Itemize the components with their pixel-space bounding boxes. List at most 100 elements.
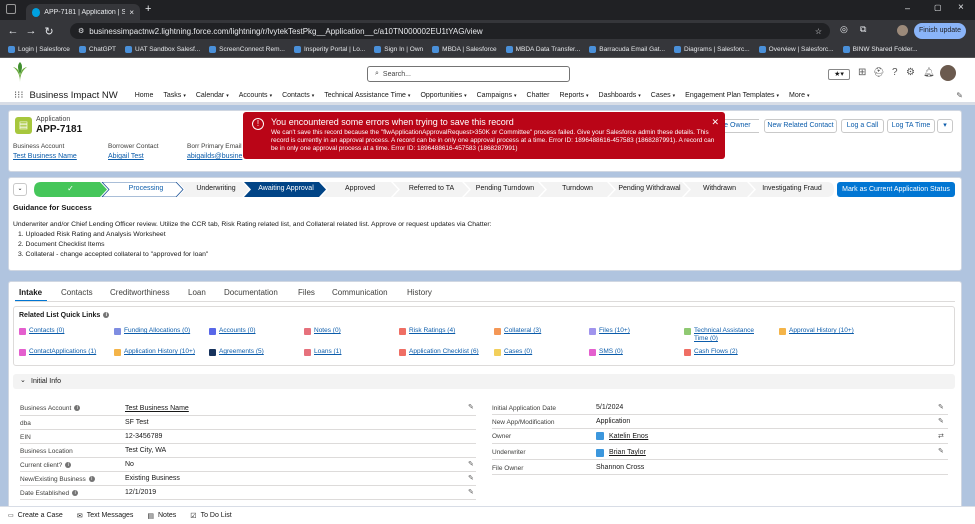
forward-icon[interactable]: →	[22, 25, 40, 37]
quick-link-files[interactable]: Files (10+)	[589, 327, 679, 335]
field-value-borr-primary-email[interactable]: abigailds@busine	[187, 153, 242, 160]
new-tab-button[interactable]: +	[145, 3, 151, 15]
path-stage-label-underwriting[interactable]: Underwriting	[183, 185, 249, 192]
bookmark-item[interactable]: Diagrams | Salesforc...	[674, 46, 750, 53]
minimize-window-button[interactable]: –	[905, 3, 910, 13]
tab-files[interactable]: Files	[298, 288, 315, 297]
tab-documentation[interactable]: Documentation	[224, 288, 278, 297]
bookmark-item[interactable]: MBDA Data Transfer...	[505, 46, 580, 53]
bookmark-item[interactable]: BINW Shared Folder...	[842, 46, 918, 53]
global-actions-icon[interactable]: ⊞	[858, 67, 866, 78]
path-collapse-toggle[interactable]: ⌄	[13, 183, 27, 196]
path-stage-label-completed[interactable]: ✓	[34, 184, 107, 193]
quick-link-application-checklist[interactable]: Application Checklist (6)	[399, 348, 489, 356]
nav-item-more[interactable]: More ▾	[784, 92, 814, 99]
edit-pencil-icon[interactable]: ✎	[938, 403, 944, 411]
path-stage-label-withdrawn[interactable]: Withdrawn	[688, 185, 751, 192]
bookmark-item[interactable]: MBDA | Salesforce	[432, 46, 497, 53]
nav-item-tasks[interactable]: Tasks ▾	[158, 92, 190, 99]
edit-pencil-icon[interactable]: ✎	[468, 474, 474, 482]
path-stage-label-pending-turndown[interactable]: Pending Turndown	[468, 185, 542, 192]
path-stage-label-processing[interactable]: Processing	[109, 185, 183, 192]
quick-link-contact-applications[interactable]: ContactApplications (1)	[19, 348, 109, 356]
path-stage-label-approved[interactable]: Approved	[325, 185, 395, 192]
more-actions-dropdown[interactable]: ▾	[937, 119, 953, 133]
finish-update-button[interactable]: Finish update	[914, 23, 966, 39]
global-search-input[interactable]: ⌕ Search...	[367, 66, 570, 82]
extensions-puzzle-icon[interactable]: ⧉	[860, 24, 866, 35]
nav-item-technical-assistance-time[interactable]: Technical Assistance Time ▾	[319, 92, 415, 99]
favorites-icon[interactable]: ★▾	[828, 69, 850, 80]
field-value-underwriter[interactable]: Brian Taylor	[609, 449, 646, 456]
notifications-bell-icon[interactable]: 🔔︎	[923, 67, 934, 78]
extension-icon[interactable]: ◎	[840, 24, 848, 35]
edit-pencil-icon[interactable]: ✎	[468, 488, 474, 496]
log-ta-time-button[interactable]: Log TA Time	[887, 119, 935, 133]
close-toast-icon[interactable]: ✕	[711, 117, 719, 128]
path-stage-label-pending-withdrawal[interactable]: Pending Withdrawal	[613, 185, 686, 192]
browser-tab[interactable]: APP-7181 | Application | Salesfo ×	[26, 4, 140, 20]
address-bar[interactable]: ⚙ businessimpactnw2.lightning.force.com/…	[70, 23, 830, 39]
setup-gear-icon[interactable]: ⚙	[906, 67, 915, 78]
site-info-icon[interactable]: ⚙	[78, 27, 84, 35]
bookmark-item[interactable]: ScreenConnect Rem...	[209, 46, 285, 53]
mark-as-current-status-button[interactable]: Mark as Current Application Status	[837, 182, 955, 197]
app-launcher-icon[interactable]: ⁝⁝⁝	[14, 90, 24, 101]
nav-item-contacts[interactable]: Contacts ▾	[277, 92, 319, 99]
nav-item-accounts[interactable]: Accounts ▾	[234, 92, 277, 99]
nav-item-cases[interactable]: Cases ▾	[646, 92, 680, 99]
nav-item-campaigns[interactable]: Campaigns ▾	[472, 92, 522, 99]
quick-link-collateral[interactable]: Collateral (3)	[494, 327, 584, 335]
nav-item-opportunities[interactable]: Opportunities ▾	[415, 92, 471, 99]
user-avatar[interactable]	[940, 65, 956, 81]
edit-pencil-icon[interactable]: ✎	[938, 447, 944, 455]
edit-nav-pencil-icon[interactable]: ✎	[956, 91, 963, 100]
tab-list-icon[interactable]	[6, 4, 16, 14]
bookmark-item[interactable]: Barracuda Email Gat...	[589, 46, 665, 53]
field-value-business-account[interactable]: Test Business Name	[13, 153, 77, 160]
quick-link-agreements[interactable]: Agreements (5)	[209, 348, 299, 356]
path-stage-label-investigating-fraud[interactable]: Investigating Fraud	[753, 185, 831, 192]
field-value-business-account[interactable]: Test Business Name	[125, 405, 189, 412]
bookmark-item[interactable]: Insperity Portal | Lo...	[293, 46, 365, 53]
field-value-borrower-contact[interactable]: Abigail Test	[108, 153, 144, 160]
quick-link-contacts[interactable]: Contacts (0)	[19, 327, 109, 335]
quick-link-approval-history[interactable]: Approval History (10+)	[779, 327, 869, 335]
edit-pencil-icon[interactable]: ✎	[938, 417, 944, 425]
tab-history[interactable]: History	[407, 288, 432, 297]
nav-item-calendar[interactable]: Calendar ▾	[191, 92, 234, 99]
bookmark-item[interactable]: Overview | Salesforc...	[758, 46, 834, 53]
quick-link-technical-assistance-time[interactable]: Technical Assistance Time (0)	[684, 327, 764, 343]
quick-link-application-history[interactable]: Application History (10+)	[114, 348, 204, 356]
quick-link-risk-ratings[interactable]: Risk Ratings (4)	[399, 327, 489, 335]
utility-create-a-case[interactable]: ▭ Create a Case	[8, 512, 63, 519]
utility-notes[interactable]: ▤ Notes	[147, 512, 176, 520]
utility-text-messages[interactable]: ✉ Text Messages	[77, 512, 134, 520]
edit-pencil-icon[interactable]: ✎	[468, 460, 474, 468]
bookmark-item[interactable]: Login | Salesforce	[8, 46, 70, 53]
tab-intake[interactable]: Intake	[19, 288, 42, 297]
close-tab-icon[interactable]: ×	[129, 8, 134, 17]
bookmark-item[interactable]: Sign In | Own	[374, 46, 423, 53]
quick-link-cash-flows[interactable]: Cash Flows (2)	[684, 348, 774, 356]
nav-item-reports[interactable]: Reports ▾	[555, 92, 594, 99]
tab-contacts[interactable]: Contacts	[61, 288, 93, 297]
quick-link-sms[interactable]: SMS (0)	[589, 348, 679, 356]
reload-icon[interactable]: ↻	[40, 25, 58, 38]
tab-loan[interactable]: Loan	[188, 288, 206, 297]
path-stage-label-awaiting-approval[interactable]: Awaiting Approval	[248, 185, 324, 192]
quick-link-notes[interactable]: Notes (0)	[304, 327, 394, 335]
quick-link-cases[interactable]: Cases (0)	[494, 348, 584, 356]
maximize-window-button[interactable]: ▢	[934, 3, 942, 12]
tab-creditworthiness[interactable]: Creditworthiness	[110, 288, 170, 297]
back-icon[interactable]: ←	[4, 25, 22, 37]
field-value-owner[interactable]: Katelin Enos	[609, 433, 648, 440]
quick-link-loans[interactable]: Loans (1)	[304, 348, 394, 356]
nav-item-dashboards[interactable]: Dashboards ▾	[594, 92, 646, 99]
bookmark-item[interactable]: UAT Sandbox Salesf...	[125, 46, 200, 53]
nav-item-chatter[interactable]: Chatter	[522, 92, 555, 99]
new-related-contact-button[interactable]: New Related Contact	[764, 119, 837, 133]
path-stage-label-referred-to-ta[interactable]: Referred to TA	[397, 185, 466, 192]
log-a-call-button[interactable]: Log a Call	[841, 119, 884, 133]
change-owner-icon[interactable]: ⇄	[938, 432, 944, 440]
